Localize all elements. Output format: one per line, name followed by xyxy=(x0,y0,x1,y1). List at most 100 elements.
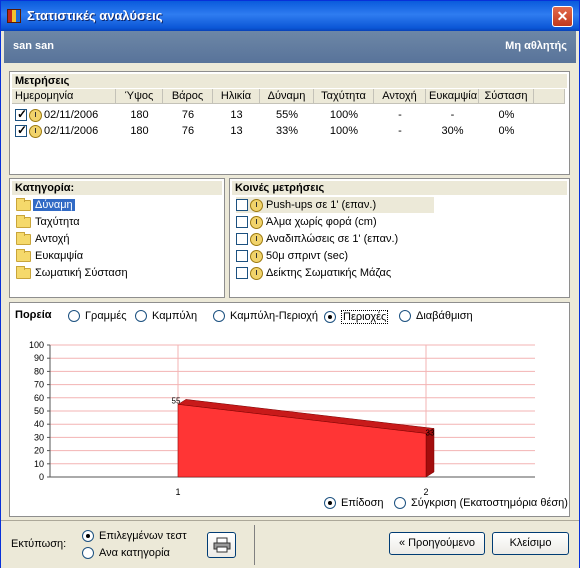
category-panel: Κατηγορία: Δύναμη Ταχύτητα Αντοχή Ευκαμψ… xyxy=(9,178,225,298)
col-age[interactable]: Ηλικία xyxy=(213,89,260,104)
clock-icon xyxy=(29,108,42,122)
col-date[interactable]: Ημερομηνία xyxy=(12,89,116,104)
row-age: 13 xyxy=(230,109,243,121)
y-tick-label: 10 xyxy=(34,459,44,469)
option-curve-area[interactable]: Καμπύλη-Περιοχή xyxy=(213,310,318,322)
common-measurements-panel: Κοινές μετρήσεις Push-ups σε 1' (επαν.) … xyxy=(229,178,570,298)
measurements-panel: Μετρήσεις Ημερομηνία Ύψος Βάρος Ηλικία Δ… xyxy=(9,71,570,175)
user-header: san san Μη αθλητής xyxy=(4,31,576,63)
print-option-by-category[interactable]: Ανα κατηγορία xyxy=(82,547,170,559)
radio-icon xyxy=(82,530,94,542)
radio-icon xyxy=(213,310,225,322)
col-speed[interactable]: Ταχύτητα xyxy=(314,89,374,104)
row-endurance: - xyxy=(398,125,402,137)
col-weight[interactable]: Βάρος xyxy=(163,89,213,104)
option-label: Σύγκριση (Εκατοστημόρια θέση) xyxy=(411,497,568,509)
category-label: Σωματική Σύσταση xyxy=(35,267,128,279)
col-flexibility[interactable]: Ευκαμψία xyxy=(426,89,479,104)
category-item-strength[interactable]: Δύναμη xyxy=(16,197,75,213)
common-item[interactable]: Άλμα χωρίς φορά (cm) xyxy=(236,214,377,230)
option-label: Επιλεγμένων τεστ xyxy=(99,530,187,542)
col-strength[interactable]: Δύναμη xyxy=(260,89,314,104)
row-height: 180 xyxy=(130,125,149,137)
col-height[interactable]: Ύψος xyxy=(116,89,163,104)
option-label: Ανα κατηγορία xyxy=(99,547,170,559)
row-checkbox[interactable] xyxy=(15,123,27,137)
option-comparison[interactable]: Σύγκριση (Εκατοστημόρια θέση) xyxy=(394,497,568,509)
common-item[interactable]: 50μ σπριντ (sec) xyxy=(236,248,348,264)
folder-icon xyxy=(16,265,31,279)
row-strength: 55% xyxy=(275,109,299,121)
data-label: 33 xyxy=(426,428,435,437)
category-label: Δύναμη xyxy=(33,199,75,211)
clock-icon xyxy=(250,215,263,229)
row-date: 02/11/2006 xyxy=(44,125,99,137)
row-speed: 100% xyxy=(329,109,359,121)
printer-icon xyxy=(213,537,230,553)
clock-icon xyxy=(250,249,263,263)
option-label: Περιοχές xyxy=(341,310,389,324)
option-lines[interactable]: Γραμμές xyxy=(68,310,127,322)
row-endurance: - xyxy=(398,109,402,121)
row-speed: 100% xyxy=(329,125,359,137)
close-window-button[interactable]: ✕ xyxy=(552,6,573,27)
row-date: 02/11/2006 xyxy=(44,109,99,121)
category-label: Ταχύτητα xyxy=(35,216,80,228)
common-item[interactable]: Push-ups σε 1' (επαν.) xyxy=(236,197,434,213)
category-item-flexibility[interactable]: Ευκαμψία xyxy=(16,248,85,264)
athlete-status: Μη αθλητής xyxy=(505,40,567,52)
close-button[interactable]: Κλείσιμο xyxy=(492,532,569,555)
common-item[interactable]: Δείκτης Σωματικής Μάζας xyxy=(236,265,391,281)
data-label: 55 xyxy=(172,396,181,405)
item-checkbox[interactable] xyxy=(236,233,248,245)
radio-icon xyxy=(68,310,80,322)
item-checkbox[interactable] xyxy=(236,199,248,211)
radio-icon xyxy=(399,310,411,322)
col-endurance[interactable]: Αντοχή xyxy=(374,89,426,104)
row-checkbox[interactable] xyxy=(15,107,27,121)
option-label: Γραμμές xyxy=(85,310,127,322)
window: Στατιστικές αναλύσεις ✕ san san Μη αθλητ… xyxy=(0,0,580,568)
divider xyxy=(254,525,255,565)
item-checkbox[interactable] xyxy=(236,267,248,279)
course-title: Πορεία xyxy=(15,309,52,321)
category-item-endurance[interactable]: Αντοχή xyxy=(16,231,72,247)
course-panel: Πορεία Γραμμές Καμπύλη Καμπύλη-Περιοχή Π… xyxy=(9,302,570,517)
option-label: Διαβάθμιση xyxy=(416,310,473,322)
option-gradient[interactable]: Διαβάθμιση xyxy=(399,310,473,322)
option-curve[interactable]: Καμπύλη xyxy=(135,310,197,322)
title-bar[interactable]: Στατιστικές αναλύσεις ✕ xyxy=(1,1,579,31)
common-item[interactable]: Αναδιπλώσεις σε 1' (επαν.) xyxy=(236,231,398,247)
print-label: Εκτύπωση: xyxy=(11,538,67,550)
option-areas[interactable]: Περιοχές xyxy=(324,310,389,324)
row-weight: 76 xyxy=(181,125,195,137)
x-tick-label: 2 xyxy=(423,487,428,497)
y-tick-label: 60 xyxy=(34,393,44,403)
print-option-selected-tests[interactable]: Επιλεγμένων τεστ xyxy=(82,530,187,542)
table-row[interactable]: 02/11/2006 180 76 13 55% 100% - - 0% xyxy=(12,107,534,123)
common-item-label: Δείκτης Σωματικής Μάζας xyxy=(266,267,392,279)
common-item-label: 50μ σπριντ (sec) xyxy=(266,250,349,262)
folder-icon xyxy=(16,248,31,262)
clock-icon xyxy=(250,232,263,246)
category-item-speed[interactable]: Ταχύτητα xyxy=(16,214,82,230)
y-tick-label: 80 xyxy=(34,366,44,376)
category-label: Ευκαμψία xyxy=(35,250,84,262)
radio-icon xyxy=(324,311,336,323)
category-item-composition[interactable]: Σωματική Σύσταση xyxy=(16,265,130,281)
print-button[interactable] xyxy=(207,532,236,558)
table-row[interactable]: 02/11/2006 180 76 13 33% 100% - 30% 0% xyxy=(12,123,534,139)
col-composition[interactable]: Σύσταση xyxy=(479,89,534,104)
clock-icon xyxy=(250,266,263,280)
radio-icon xyxy=(394,497,406,509)
radio-icon xyxy=(324,497,336,509)
item-checkbox[interactable] xyxy=(236,250,248,262)
previous-button[interactable]: « Προηγούμενο xyxy=(389,532,485,555)
item-checkbox[interactable] xyxy=(236,216,248,228)
common-item-label: Αναδιπλώσεις σε 1' (επαν.) xyxy=(266,233,399,245)
y-tick-label: 90 xyxy=(34,353,44,363)
measurements-header: Ημερομηνία Ύψος Βάρος Ηλικία Δύναμη Ταχύ… xyxy=(12,89,565,104)
app-icon xyxy=(7,9,21,23)
y-tick-label: 40 xyxy=(34,419,44,429)
option-performance[interactable]: Επίδοση xyxy=(324,497,384,509)
